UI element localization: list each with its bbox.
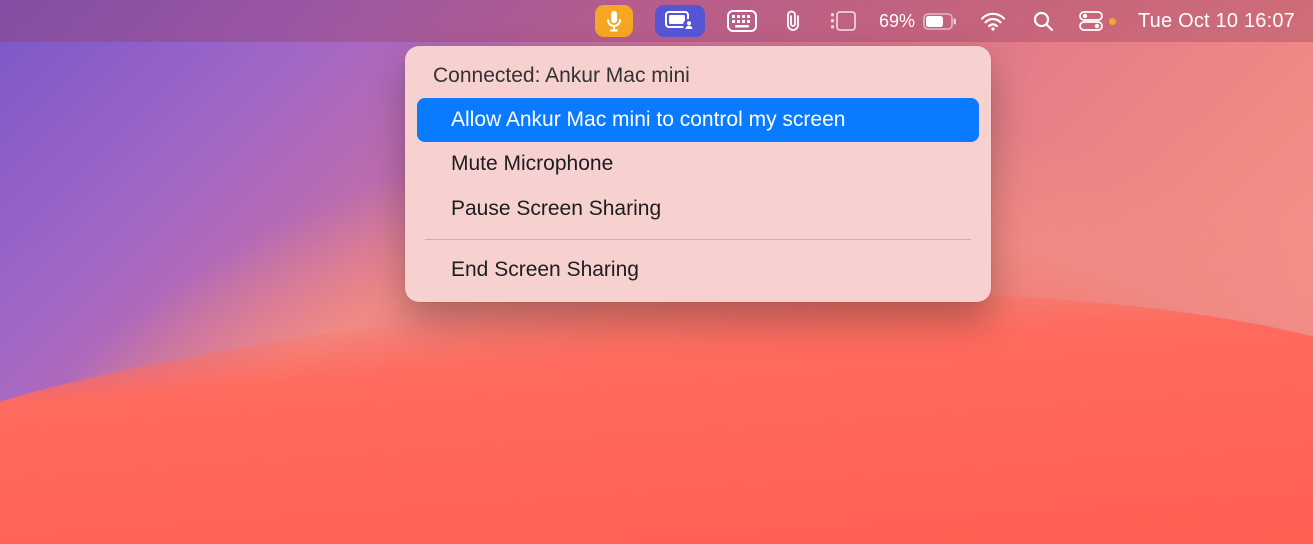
search-icon <box>1032 10 1054 32</box>
voice-memo-indicator[interactable] <box>595 5 633 37</box>
keyboard-icon <box>727 10 757 32</box>
menu-item-pause-screen-sharing[interactable]: Pause Screen Sharing <box>417 187 979 231</box>
menu-bar: 69% <box>0 0 1313 42</box>
notification-dot-icon <box>1109 18 1116 25</box>
battery-icon <box>923 13 957 30</box>
screen-sharing-dropdown: Connected: Ankur Mac mini Allow Ankur Ma… <box>405 46 991 302</box>
paperclip-icon <box>784 9 802 33</box>
menu-item-end-screen-sharing[interactable]: End Screen Sharing <box>417 248 979 292</box>
attachment-menu[interactable] <box>779 0 807 42</box>
spotlight-menu[interactable] <box>1029 0 1057 42</box>
wifi-icon <box>980 11 1006 31</box>
clock-label: Tue Oct 10 16:07 <box>1138 10 1295 33</box>
wifi-menu[interactable] <box>979 0 1007 42</box>
battery-percent-label: 69% <box>879 11 915 32</box>
control-center-menu[interactable] <box>1079 0 1116 42</box>
menu-item-mute-microphone[interactable]: Mute Microphone <box>417 142 979 186</box>
keyboard-viewer-menu[interactable] <box>727 0 757 42</box>
menu-item-allow-control[interactable]: Allow Ankur Mac mini to control my scree… <box>417 98 979 142</box>
clock-menu[interactable]: Tue Oct 10 16:07 <box>1138 0 1295 42</box>
control-center-icon <box>1079 11 1103 31</box>
screen-share-icon <box>665 11 695 31</box>
menu-separator <box>425 239 971 240</box>
screen-sharing-indicator[interactable] <box>655 5 705 37</box>
dropdown-header: Connected: Ankur Mac mini <box>411 56 985 98</box>
desktop-wallpaper: 69% <box>0 0 1313 544</box>
stage-manager-icon <box>830 11 856 31</box>
microphone-icon <box>605 10 623 32</box>
battery-menu[interactable]: 69% <box>879 0 957 42</box>
stage-manager-menu[interactable] <box>829 0 857 42</box>
